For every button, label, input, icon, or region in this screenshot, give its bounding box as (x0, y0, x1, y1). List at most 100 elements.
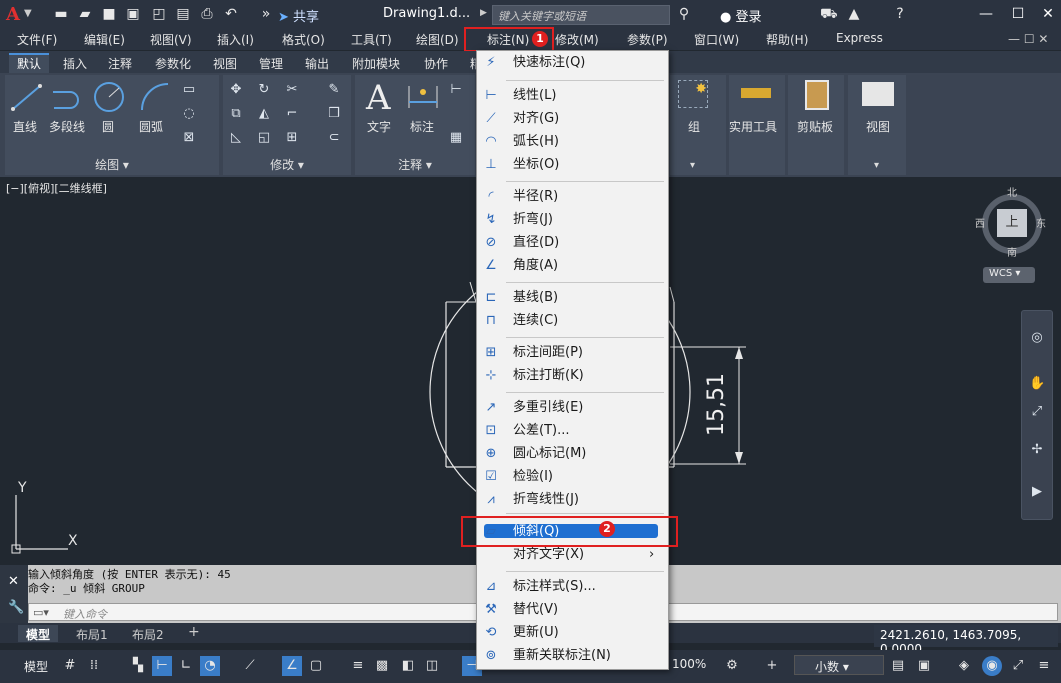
menu-draw[interactable]: 绘图(D) (416, 31, 459, 48)
menu-item-override[interactable]: ⚒ 替代(V) (477, 599, 668, 621)
polar-icon[interactable]: ◔ (200, 656, 220, 676)
3d-osnap-icon[interactable]: ◫ (422, 656, 442, 676)
menu-item-center-mark[interactable]: ⊕ 圆心标记(M) (477, 443, 668, 465)
tab-output[interactable]: 输出 (305, 55, 329, 72)
tab-insert[interactable]: 插入 (63, 55, 87, 72)
circle-tool-label[interactable]: 圆 (102, 118, 114, 135)
publish-icon[interactable]: ▤ (175, 6, 191, 22)
isometric-icon[interactable]: ⟋ (240, 656, 260, 676)
hardware-accel-icon[interactable]: ◉ (982, 656, 1002, 676)
autodesk-app-icon[interactable]: ▲ (846, 6, 862, 22)
selection-cycling-icon[interactable]: ◧ (398, 656, 418, 676)
save-as-icon[interactable]: ▣ (125, 6, 141, 22)
maximize-button[interactable]: ☐ (1008, 4, 1028, 24)
undo-icon[interactable]: ↶ (223, 6, 239, 22)
menu-help[interactable]: 帮助(H) (766, 31, 808, 48)
fillet-icon[interactable]: ⌐ (284, 106, 300, 122)
circle-tool-icon[interactable] (92, 80, 126, 114)
clipboard-tool-icon[interactable] (805, 80, 829, 110)
object-snap-tracking-icon[interactable]: ∠ (282, 656, 302, 676)
isolate-objects-icon[interactable]: ◈ (954, 656, 974, 676)
rotate-icon[interactable]: ↻ (256, 82, 272, 98)
menu-tools[interactable]: 工具(T) (351, 31, 392, 48)
leader-icon[interactable]: ⊢ (448, 82, 464, 98)
grid-icon[interactable]: # (60, 656, 80, 676)
menu-parametric[interactable]: 参数(P) (627, 31, 668, 48)
mirror-icon[interactable]: ◭ (256, 106, 272, 122)
search-icon[interactable]: ⚲ (676, 6, 692, 22)
menu-item-jogged[interactable]: ↯ 折弯(J) (477, 209, 668, 231)
viewcube-east[interactable]: 东 (1036, 215, 1046, 230)
units-dropdown[interactable]: 小数 ▾ (794, 655, 884, 675)
arc-tool-icon[interactable] (138, 80, 172, 114)
save-icon[interactable]: ■ (101, 6, 117, 22)
menu-item-dim-space[interactable]: ⊞ 标注间距(P) (477, 342, 668, 364)
tab-default[interactable]: 默认 (17, 55, 41, 72)
menu-window[interactable]: 窗口(W) (694, 31, 739, 48)
text-tool-icon[interactable]: A (366, 78, 391, 118)
menu-item-tolerance[interactable]: ⊡ 公差(T)... (477, 420, 668, 442)
menu-view[interactable]: 视图(V) (150, 31, 192, 48)
add-layout-icon[interactable]: + (188, 624, 200, 640)
menu-item-jogged-linear[interactable]: ⩘ 折弯线性(J) (477, 489, 668, 511)
menu-item-ordinate[interactable]: ⊥ 坐标(O) (477, 154, 668, 176)
tab-manage[interactable]: 管理 (259, 55, 283, 72)
zoom-level[interactable]: 100% (672, 657, 706, 671)
title-arrow-icon[interactable]: ▶ (480, 8, 487, 18)
view-tool-label[interactable]: 视图 (866, 118, 890, 135)
menu-item-continue[interactable]: ⊓ 连续(C) (477, 310, 668, 332)
line-tool-label[interactable]: 直线 (13, 118, 37, 135)
menu-item-diameter[interactable]: ⊘ 直径(D) (477, 232, 668, 254)
tab-layout2[interactable]: 布局2 (124, 625, 172, 642)
quick-properties-icon[interactable]: ▤ (888, 656, 908, 676)
menu-express[interactable]: Express (836, 31, 883, 45)
workspace-gear-icon[interactable]: ⚙ (722, 656, 742, 676)
model-space-button[interactable]: 模型 (24, 658, 48, 675)
trim-icon[interactable]: ✂ (284, 82, 300, 98)
orbit-icon[interactable]: ✢ (1029, 442, 1045, 458)
menu-item-reassociate[interactable]: ⊚ 重新关联标注(N) (477, 645, 668, 667)
steering-wheel-icon[interactable]: ◎ (1029, 330, 1045, 346)
minimize-button[interactable]: — (976, 4, 996, 24)
mdi-window-controls[interactable]: — ☐ ✕ (1008, 32, 1048, 46)
tab-collaborate[interactable]: 协作 (424, 55, 448, 72)
menu-item-inspect[interactable]: ☑ 检验(I) (477, 466, 668, 488)
polyline-tool-icon[interactable] (50, 82, 88, 112)
offset-icon[interactable]: ⊂ (326, 130, 342, 146)
copy-icon[interactable]: ⧉ (228, 106, 244, 122)
command-customize-icon[interactable]: 🔧 (8, 600, 24, 615)
lineweight-icon[interactable]: ≡ (348, 656, 368, 676)
view-panel-chevron-icon[interactable]: ▾ (874, 160, 879, 171)
group-panel-chevron-icon[interactable]: ▾ (690, 160, 695, 171)
utilities-tool-label[interactable]: 实用工具 (729, 118, 777, 135)
help-icon[interactable]: ? (892, 6, 908, 22)
tab-annotate[interactable]: 注释 (108, 55, 132, 72)
menu-item-update[interactable]: ⟲ 更新(U) (477, 622, 668, 644)
boundary-icon[interactable]: ⊠ (181, 130, 197, 146)
tab-model[interactable]: 模型 (18, 625, 59, 642)
menu-item-baseline[interactable]: ⊏ 基线(B) (477, 287, 668, 309)
menu-item-aligned[interactable]: ⟋ 对齐(G) (477, 108, 668, 130)
dimension-tool-label[interactable]: 标注 (410, 118, 434, 135)
draw-panel-title[interactable]: 绘图 ▾ (5, 156, 219, 173)
new-file-icon[interactable]: ▬ (53, 6, 69, 22)
login-button[interactable]: ● 登录 (720, 6, 762, 25)
view-tool-icon[interactable] (862, 82, 894, 106)
group-tool-icon[interactable]: ✸ (678, 80, 708, 108)
object-snap-icon[interactable]: ▢ (306, 656, 326, 676)
menu-item-dim-style[interactable]: ⊿ 标注样式(S)... (477, 576, 668, 598)
menu-format[interactable]: 格式(O) (282, 31, 325, 48)
web-save-icon[interactable]: ◰ (151, 6, 167, 22)
viewcube-west[interactable]: 西 (975, 215, 985, 230)
clean-screen-icon[interactable]: ⤢ (1008, 656, 1028, 676)
viewcube-south[interactable]: 南 (1007, 244, 1017, 259)
viewcube-north[interactable]: 北 (1007, 184, 1017, 199)
group-tool-label[interactable]: 组 (688, 118, 700, 135)
dynamic-input-icon[interactable]: ⊢ (152, 656, 172, 676)
line-tool-icon[interactable] (10, 82, 44, 112)
transparency-icon[interactable]: ▩ (372, 656, 392, 676)
tab-layout1[interactable]: 布局1 (68, 625, 116, 642)
command-close-icon[interactable]: ✕ (8, 574, 19, 589)
wcs-menu[interactable]: WCS ▾ (983, 267, 1035, 283)
menu-modify[interactable]: 修改(M) (555, 31, 599, 48)
